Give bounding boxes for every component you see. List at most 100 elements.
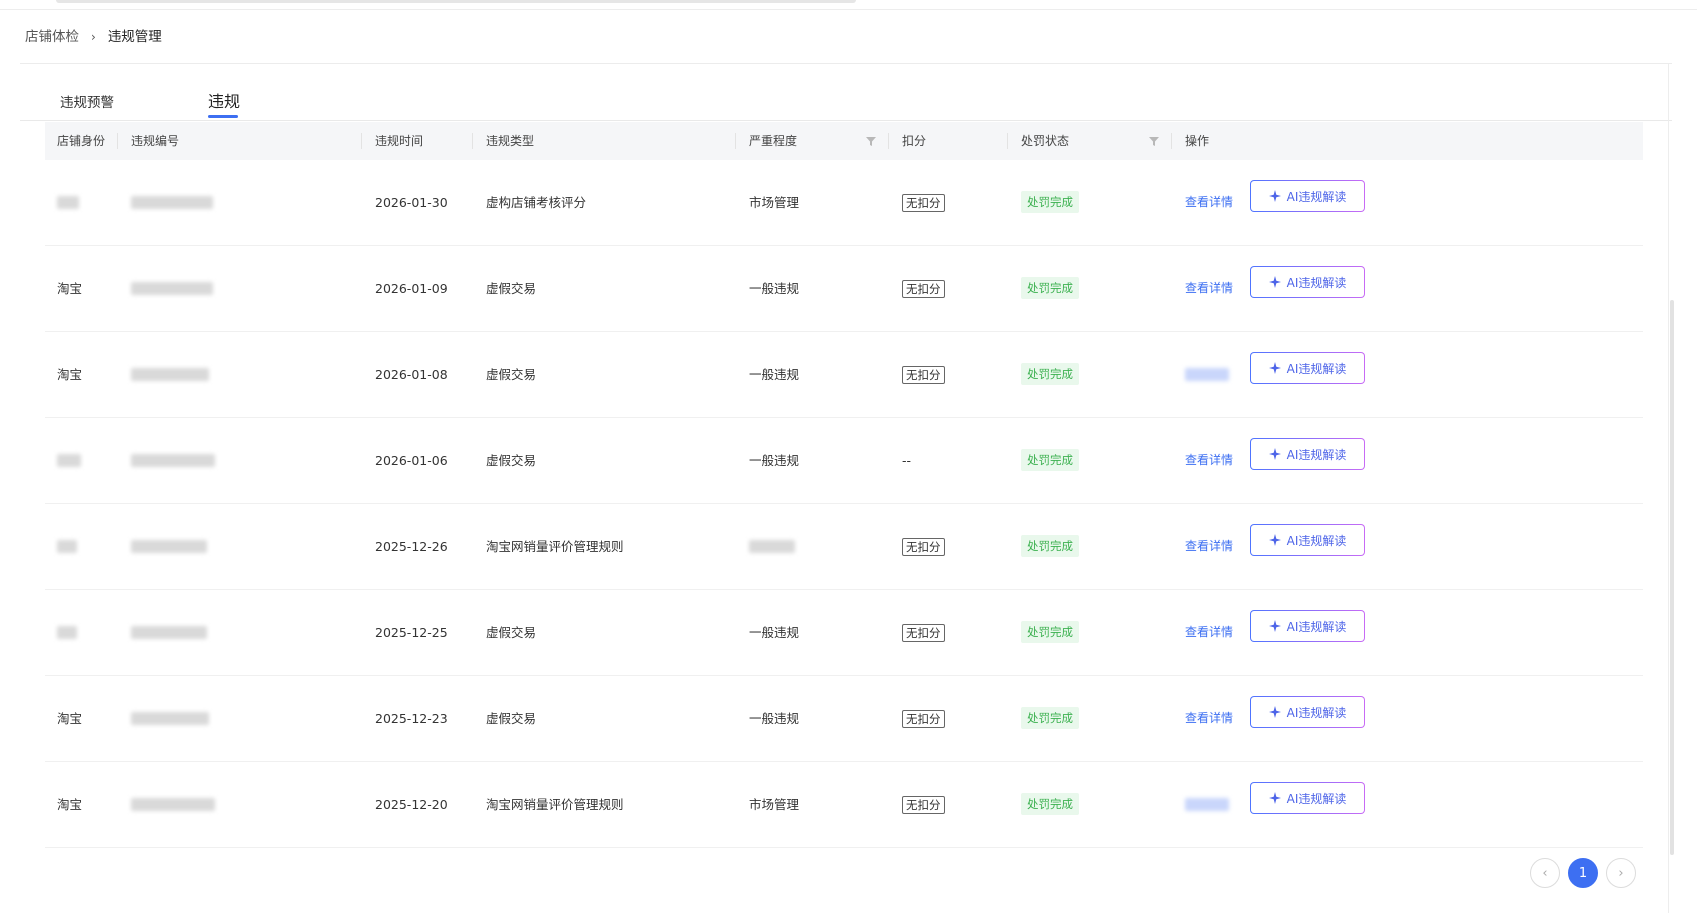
- cell-id-redacted: [131, 454, 215, 467]
- deduct-badge: 无扣分: [902, 194, 945, 212]
- cell-time: 2026-01-06: [375, 453, 448, 468]
- cell-deduct: --: [902, 453, 912, 468]
- table-row: 2026-01-30 虚构店铺考核评分 市场管理 无扣分 处罚完成 查看详情 AI违规解读: [45, 160, 1643, 246]
- column-separator: [1007, 133, 1008, 149]
- status-badge: 处罚完成: [1021, 449, 1079, 471]
- cell-id-redacted: [131, 712, 209, 725]
- ai-interpret-button[interactable]: AI违规解读: [1250, 266, 1365, 298]
- sparkle-icon: [1268, 706, 1281, 718]
- status-filter-icon[interactable]: [1148, 135, 1160, 147]
- view-detail-link[interactable]: 查看详情: [1185, 590, 1233, 675]
- table-row: 2026-01-06 虚假交易 一般违规 -- 处罚完成 查看详情 AI违规解读: [45, 418, 1643, 504]
- column-header-id: 违规编号: [131, 134, 180, 148]
- view-detail-link[interactable]: 查看详情: [1185, 676, 1233, 761]
- column-separator: [735, 133, 736, 149]
- column-header-severity: 严重程度: [749, 134, 798, 148]
- ai-interpret-button[interactable]: AI违规解读: [1250, 610, 1365, 642]
- cell-shop: 淘宝: [57, 367, 83, 382]
- table-row: 淘宝 2025-12-20 淘宝网销量评价管理规则 市场管理 无扣分 处罚完成 AI违规解读: [45, 762, 1643, 848]
- sparkle-icon: [1268, 362, 1281, 374]
- breadcrumb: 店铺体检 › 违规管理: [25, 27, 162, 47]
- table-row: 淘宝 2026-01-09 虚假交易 一般违规 无扣分 处罚完成 查看详情 AI违规解读: [45, 246, 1643, 332]
- column-separator: [888, 133, 889, 149]
- cell-shop: 淘宝: [57, 797, 83, 812]
- table-row: 2025-12-25 虚假交易 一般违规 无扣分 处罚完成 查看详情 AI违规解读: [45, 590, 1643, 676]
- sparkle-icon: [1268, 534, 1281, 546]
- cell-type: 淘宝网销量评价管理规则: [486, 539, 624, 554]
- table-body: 2026-01-30 虚构店铺考核评分 市场管理 无扣分 处罚完成 查看详情 AI违规解读淘…: [45, 160, 1643, 848]
- cell-time: 2025-12-20: [375, 797, 448, 812]
- tab-violation[interactable]: 违规: [208, 88, 241, 118]
- cell-severity-redacted: [749, 540, 795, 553]
- cell-type: 虚假交易: [486, 453, 537, 468]
- ai-interpret-button-inner: AI违规解读: [1251, 783, 1364, 813]
- view-detail-link-redacted[interactable]: [1185, 798, 1229, 811]
- ai-interpret-label: AI违规解读: [1286, 619, 1347, 634]
- deduct-badge: 无扣分: [902, 710, 945, 728]
- view-detail-link[interactable]: 查看详情: [1185, 246, 1233, 331]
- cell-time: 2025-12-26: [375, 539, 448, 554]
- column-header-action: 操作: [1185, 134, 1210, 148]
- table-row: 淘宝 2026-01-08 虚假交易 一般违规 无扣分 处罚完成 AI违规解读: [45, 332, 1643, 418]
- cell-time: 2025-12-25: [375, 625, 448, 640]
- status-badge: 处罚完成: [1021, 535, 1079, 557]
- pagination-page-1[interactable]: 1: [1568, 858, 1598, 888]
- sparkle-icon: [1268, 620, 1281, 632]
- ai-interpret-button[interactable]: AI违规解读: [1250, 180, 1365, 212]
- deduct-badge: 无扣分: [902, 366, 945, 384]
- ai-interpret-button-inner: AI违规解读: [1251, 525, 1364, 555]
- cell-shop: 淘宝: [57, 281, 83, 296]
- ai-interpret-button[interactable]: AI违规解读: [1250, 782, 1365, 814]
- ai-interpret-label: AI违规解读: [1286, 361, 1347, 376]
- column-separator: [117, 133, 118, 149]
- view-detail-link[interactable]: 查看详情: [1185, 160, 1233, 245]
- cell-time: 2026-01-09: [375, 281, 448, 296]
- top-search-shadow: [56, 0, 856, 3]
- pagination-next-button[interactable]: ›: [1606, 858, 1636, 888]
- ai-interpret-button[interactable]: AI违规解读: [1250, 524, 1365, 556]
- breadcrumb-separator-icon: ›: [91, 30, 96, 44]
- ai-interpret-button[interactable]: AI违规解读: [1250, 352, 1365, 384]
- ai-interpret-button-inner: AI违规解读: [1251, 611, 1364, 641]
- cell-type: 虚假交易: [486, 625, 537, 640]
- view-detail-link-redacted[interactable]: [1185, 368, 1229, 381]
- deduct-badge: 无扣分: [902, 624, 945, 642]
- table-row: 2025-12-26 淘宝网销量评价管理规则 无扣分 处罚完成 查看详情 AI违规解读: [45, 504, 1643, 590]
- ai-interpret-label: AI违规解读: [1286, 189, 1347, 204]
- status-badge: 处罚完成: [1021, 793, 1079, 815]
- ai-interpret-button-inner: AI违规解读: [1251, 267, 1364, 297]
- breadcrumb-parent[interactable]: 店铺体检: [25, 27, 79, 47]
- cell-severity: 一般违规: [749, 281, 800, 296]
- status-badge: 处罚完成: [1021, 621, 1079, 643]
- ai-interpret-label: AI违规解读: [1286, 533, 1347, 548]
- ai-interpret-button[interactable]: AI违规解读: [1250, 696, 1365, 728]
- cell-time: 2026-01-30: [375, 195, 448, 210]
- scrollbar-thumb[interactable]: [1670, 300, 1674, 855]
- status-badge: 处罚完成: [1021, 363, 1079, 385]
- ai-interpret-button[interactable]: AI违规解读: [1250, 438, 1365, 470]
- tab-violation-label: 违规: [208, 92, 241, 111]
- cell-shop-redacted: [57, 626, 77, 639]
- cell-severity: 一般违规: [749, 367, 800, 382]
- cell-type: 虚假交易: [486, 281, 537, 296]
- tab-violation-warning[interactable]: 违规预警: [60, 91, 114, 111]
- view-detail-link[interactable]: 查看详情: [1185, 418, 1233, 503]
- status-badge: 处罚完成: [1021, 277, 1079, 299]
- view-detail-link[interactable]: 查看详情: [1185, 504, 1233, 589]
- sparkle-icon: [1268, 792, 1281, 804]
- cell-shop-redacted: [57, 454, 81, 467]
- cell-severity: 一般违规: [749, 453, 800, 468]
- cell-time: 2025-12-23: [375, 711, 448, 726]
- chevron-right-icon: ›: [1618, 865, 1624, 881]
- ai-interpret-button-inner: AI违规解读: [1251, 353, 1364, 383]
- sparkle-icon: [1268, 276, 1281, 288]
- ai-interpret-label: AI违规解读: [1286, 447, 1347, 462]
- severity-filter-icon[interactable]: [865, 135, 877, 147]
- deduct-badge: 无扣分: [902, 280, 945, 298]
- cell-id-redacted: [131, 626, 207, 639]
- tab-bar: 违规预警 违规: [20, 64, 1672, 121]
- tab-active-indicator: [208, 115, 238, 118]
- column-header-type: 违规类型: [486, 134, 535, 148]
- pagination-prev-button[interactable]: ‹: [1530, 858, 1560, 888]
- cell-severity: 市场管理: [749, 195, 800, 210]
